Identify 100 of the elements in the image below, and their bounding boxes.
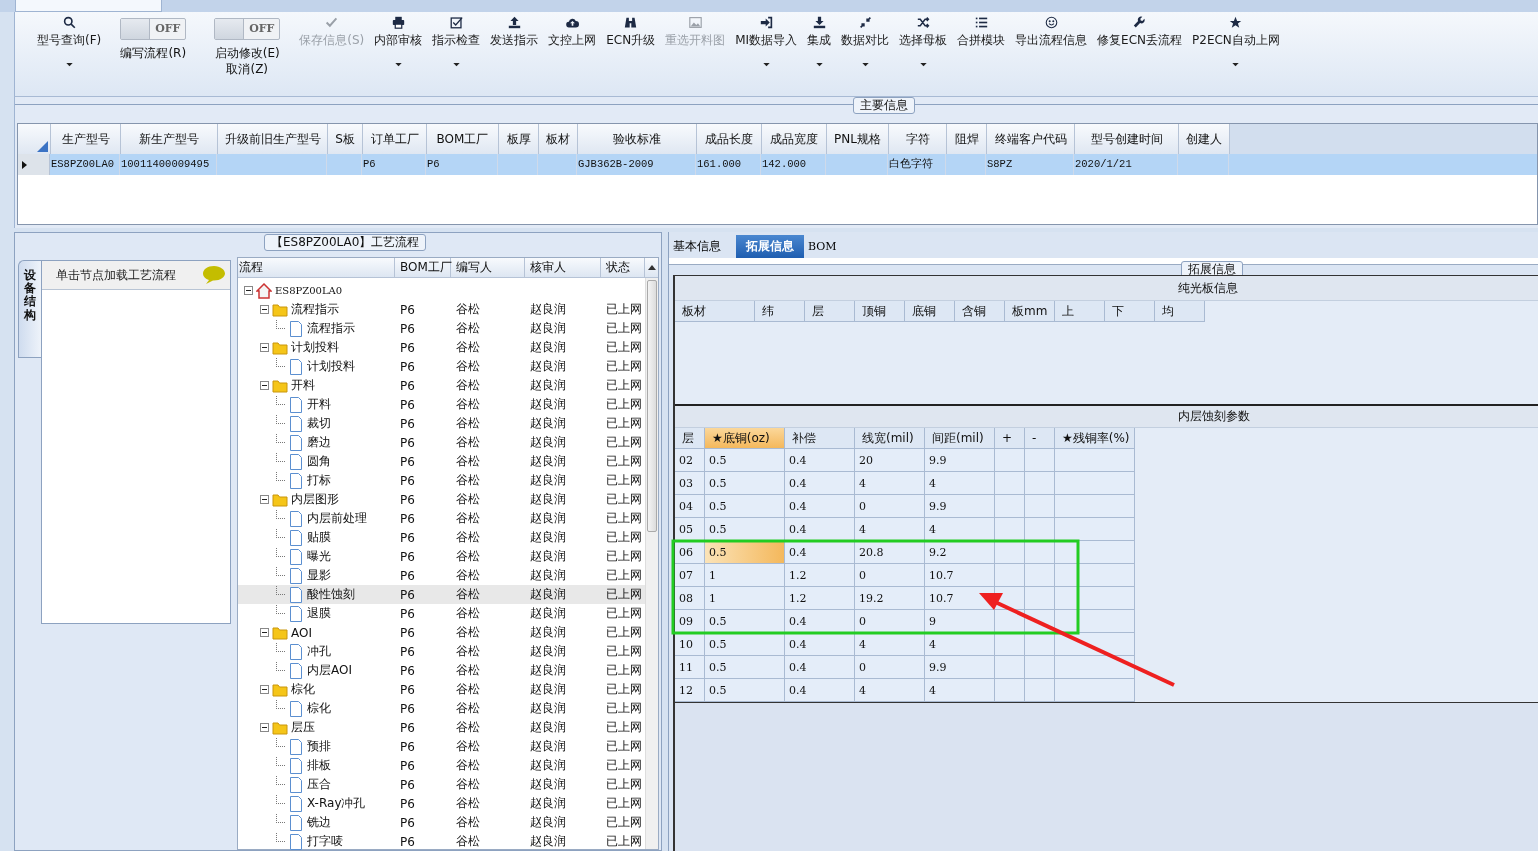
toggle-switch[interactable]: OFF	[214, 18, 281, 40]
column-header[interactable]: 终端客户代码	[987, 124, 1075, 154]
tree-row[interactable]: 显影 P6 谷松 赵良润 已上网	[238, 566, 645, 585]
tree-row[interactable]: 内层图形 P6 谷松 赵良润 已上网	[238, 490, 645, 509]
column-header[interactable]: 状态	[601, 258, 645, 277]
tree-row[interactable]: 打标 P6 谷松 赵良润 已上网	[238, 471, 645, 490]
table-cell[interactable]: 0.5	[705, 449, 785, 472]
toolbar-button[interactable]: MI数据导入	[730, 12, 803, 92]
column-header[interactable]: 均	[1155, 301, 1205, 322]
column-header[interactable]: 线宽(mil)	[855, 428, 925, 449]
tree-row[interactable]: 酸性蚀刻 P6 谷松 赵良润 已上网	[238, 585, 645, 604]
column-header[interactable]: 阻焊	[947, 124, 987, 154]
column-header[interactable]: 间距(mil)	[925, 428, 995, 449]
column-header[interactable]: 字符	[889, 124, 947, 154]
toolbar-button[interactable]: 指示检查	[427, 12, 486, 92]
tree-row[interactable]: 层压 P6 谷松 赵良润 已上网	[238, 718, 645, 737]
column-header[interactable]: 成品长度	[697, 124, 762, 154]
tree-row[interactable]: 铣边 P6 谷松 赵良润 已上网	[238, 813, 645, 832]
table-cell[interactable]: 0.5	[705, 679, 785, 702]
toolbar-button[interactable]: 型号查询(F)	[32, 12, 107, 92]
column-header[interactable]: PNL规格	[827, 124, 889, 154]
toolbar-button[interactable]: 文控上网	[543, 12, 602, 92]
tree-row[interactable]: 贴膜 P6 谷松 赵良润 已上网	[238, 528, 645, 547]
toolbar-button[interactable]: 修复ECN丢流程	[1092, 12, 1188, 92]
table-cell[interactable]: 0.5	[705, 495, 785, 518]
collapse-icon[interactable]	[260, 723, 269, 732]
tree-row[interactable]: 排板 P6 谷松 赵良润 已上网	[238, 756, 645, 775]
column-header[interactable]: 层	[675, 428, 705, 449]
tree-row[interactable]: 计划投料 P6 谷松 赵良润 已上网	[238, 357, 645, 376]
column-header[interactable]: 新生产型号	[121, 124, 218, 154]
column-header[interactable]: BOM工厂	[427, 124, 499, 154]
table-cell[interactable]: 1	[705, 587, 785, 610]
collapse-icon[interactable]	[260, 495, 269, 504]
column-header[interactable]: ★底铜(oz)	[705, 428, 785, 449]
tree-row[interactable]: 内层前处理 P6 谷松 赵良润 已上网	[238, 509, 645, 528]
column-header[interactable]: 订单工厂	[363, 124, 427, 154]
column-header[interactable]: 板mm	[1005, 301, 1055, 322]
table-cell[interactable]: 0.5	[705, 633, 785, 656]
toolbar-button[interactable]: 数据对比	[836, 12, 895, 92]
collapse-icon[interactable]	[260, 685, 269, 694]
tab[interactable]: BOM	[804, 235, 847, 258]
toolbar-button[interactable]: 选择母板	[894, 12, 953, 92]
table-cell[interactable]: 0.5	[705, 656, 785, 679]
tab[interactable]: 基本信息	[669, 235, 736, 258]
toggle-switch[interactable]: OFF	[120, 18, 187, 40]
column-header[interactable]: 升级前旧生产型号	[218, 124, 328, 154]
tree-row[interactable]: 预排 P6 谷松 赵良润 已上网	[238, 737, 645, 756]
column-header[interactable]: 含铜	[955, 301, 1005, 322]
table-cell[interactable]: 1	[705, 564, 785, 587]
column-header[interactable]: 核审人	[525, 258, 601, 277]
column-header[interactable]: 编写人	[451, 258, 525, 277]
column-header[interactable]: 板厚	[499, 124, 539, 154]
column-header[interactable]: 顶铜	[855, 301, 905, 322]
tree-row[interactable]: 内层AOI P6 谷松 赵良润 已上网	[238, 661, 645, 680]
table-cell[interactable]: 0.5	[705, 541, 785, 564]
column-header[interactable]: S板	[328, 124, 363, 154]
column-header[interactable]: 板材	[539, 124, 578, 154]
table-cell[interactable]: 0.5	[705, 472, 785, 495]
column-header[interactable]: 上	[1055, 301, 1105, 322]
toolbar-button[interactable]: 导出流程信息	[1010, 12, 1093, 92]
tree-row[interactable]: 打字唛 P6 谷松 赵良润 已上网	[238, 832, 645, 851]
column-header[interactable]: 补偿	[785, 428, 855, 449]
tree-row[interactable]: 退膜 P6 谷松 赵良润 已上网	[238, 604, 645, 623]
column-header[interactable]: ★残铜率(%)	[1055, 428, 1135, 449]
tree-row[interactable]: 棕化 P6 谷松 赵良润 已上网	[238, 680, 645, 699]
toolbar-button[interactable]: ECN升级	[601, 12, 661, 92]
toolbar-button[interactable]: P2ECN自动上网	[1187, 12, 1285, 92]
toolbar-button[interactable]: 内部审核	[369, 12, 428, 92]
collapse-icon[interactable]	[260, 305, 269, 314]
tree-row[interactable]: 开料 P6 谷松 赵良润 已上网	[238, 376, 645, 395]
column-header[interactable]: BOM工厂	[395, 258, 451, 277]
toolbar-button[interactable]: 合拼模块	[952, 12, 1011, 92]
tree-row[interactable]: 冲孔 P6 谷松 赵良润 已上网	[238, 642, 645, 661]
column-header[interactable]: 型号创建时间	[1075, 124, 1179, 154]
scroll-up-icon[interactable]	[647, 265, 656, 270]
collapse-icon[interactable]	[260, 381, 269, 390]
tree-row[interactable]: 压合 P6 谷松 赵良润 已上网	[238, 775, 645, 794]
side-tab[interactable]: 设备结构	[18, 260, 41, 358]
column-header[interactable]: 板材	[675, 301, 755, 322]
column-header[interactable]: 验收标准	[578, 124, 697, 154]
tree-row[interactable]: 棕化 P6 谷松 赵良润 已上网	[238, 699, 645, 718]
tree-row[interactable]: 开料 P6 谷松 赵良润 已上网	[238, 395, 645, 414]
tree-row[interactable]: 圆角 P6 谷松 赵良润 已上网	[238, 452, 645, 471]
tree-row[interactable]: X-Ray冲孔 P6 谷松 赵良润 已上网	[238, 794, 645, 813]
tree-row[interactable]: 曝光 P6 谷松 赵良润 已上网	[238, 547, 645, 566]
collapse-icon[interactable]	[260, 628, 269, 637]
tree-row[interactable]: 流程指示 P6 谷松 赵良润 已上网	[238, 300, 645, 319]
collapse-icon[interactable]	[244, 286, 253, 295]
scroll-thumb[interactable]	[647, 280, 657, 532]
column-header[interactable]: 生产型号	[51, 124, 121, 154]
column-header[interactable]: 纬	[755, 301, 805, 322]
column-header[interactable]: 下	[1105, 301, 1155, 322]
toolbar-button[interactable]: 发送指示	[485, 12, 544, 92]
toolbar-button[interactable]: 集成	[802, 12, 837, 92]
column-header[interactable]: 层	[805, 301, 855, 322]
collapse-icon[interactable]	[260, 343, 269, 352]
column-header[interactable]: +	[995, 428, 1025, 449]
column-header[interactable]: 流程	[238, 258, 395, 277]
row-header[interactable]	[18, 154, 50, 175]
tree-row[interactable]: AOI P6 谷松 赵良润 已上网	[238, 623, 645, 642]
